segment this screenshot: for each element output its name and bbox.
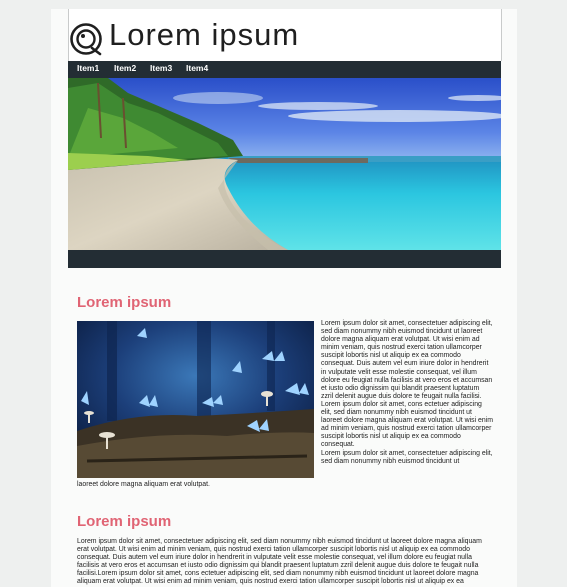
section-heading-2: Lorem ipsum — [77, 513, 172, 530]
nav-item-1[interactable]: Item1 — [77, 63, 99, 73]
section-1-side-text: Lorem ipsum dolor sit amet, consectetuer… — [321, 320, 493, 466]
section-1-continuation: laoreet dolore magna aliquam erat volutp… — [77, 481, 210, 488]
paragraph: Lorem ipsum dolor sit amet, consectetuer… — [321, 320, 493, 400]
logo-icon — [70, 23, 102, 56]
main-nav: Item1 Item2 Item3 Item4 — [68, 61, 501, 78]
nav-item-2[interactable]: Item2 — [114, 63, 136, 73]
section-2-text: Lorem ipsum dolor sit amet, consectetuer… — [77, 538, 482, 587]
hero-image — [68, 78, 501, 250]
nav-item-3[interactable]: Item3 — [150, 63, 172, 73]
site-logo-text: Lorem ipsum — [109, 17, 300, 52]
site-header: Lorem ipsum — [68, 9, 502, 61]
paragraph: Lorem ipsum dolor sit amet, consectetuer… — [321, 449, 493, 465]
nav-item-4[interactable]: Item4 — [186, 63, 208, 73]
page: Lorem ipsum Item1 Item2 Item3 Item4 Lore… — [51, 9, 517, 587]
section-heading-1: Lorem ipsum — [77, 294, 172, 311]
hero-caption-bar — [68, 250, 501, 268]
paragraph: Lorem ipsum dolor sit amet, cons ectetue… — [321, 400, 493, 449]
article-image — [77, 321, 314, 478]
